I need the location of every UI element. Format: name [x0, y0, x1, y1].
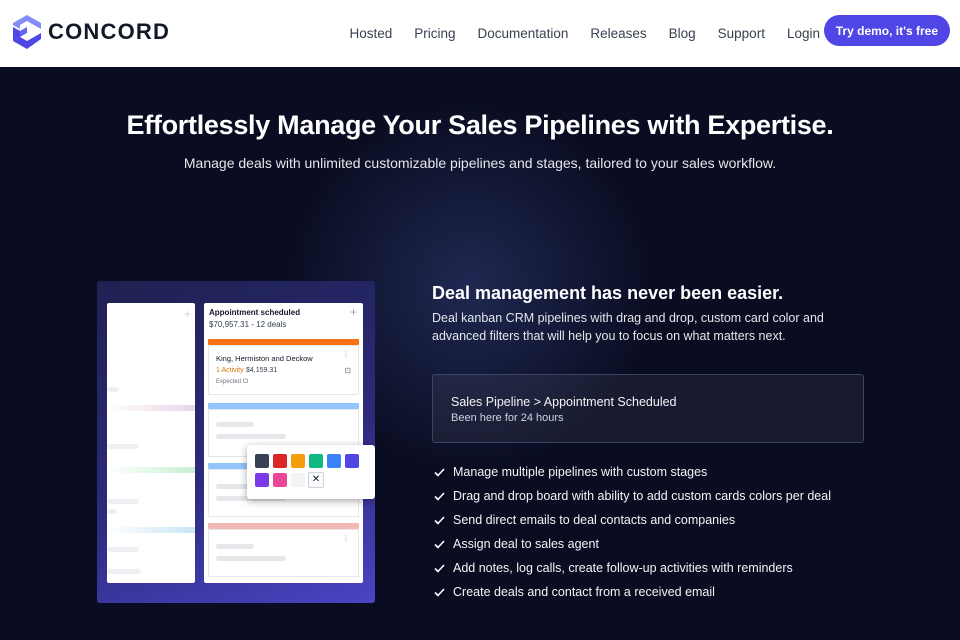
stage-color-bar	[107, 527, 195, 533]
column-summary: $70,957.31 - 12 deals	[209, 320, 287, 329]
color-swatch-empty[interactable]	[291, 473, 305, 487]
feature-item: Send direct emails to deal contacts and …	[434, 508, 831, 532]
main-menu: Hosted Pricing Documentation Releases Bl…	[327, 0, 820, 67]
more-vertical-icon[interactable]: ⋮	[342, 534, 350, 543]
nav-link-documentation[interactable]: Documentation	[478, 26, 569, 41]
pipeline-path: Sales Pipeline > Appointment Scheduled	[451, 395, 677, 409]
placeholder-line	[216, 544, 254, 549]
section-body: Deal kanban CRM pipelines with drag and …	[432, 311, 824, 343]
feature-item: Manage multiple pipelines with custom st…	[434, 460, 831, 484]
feature-text: Add notes, log calls, create follow-up a…	[453, 561, 793, 575]
more-vertical-icon[interactable]: ⋮	[342, 350, 350, 359]
hero-title: Effortlessly Manage Your Sales Pipelines…	[126, 110, 834, 140]
deal-card[interactable]: ⋮	[208, 529, 359, 577]
check-icon	[434, 515, 445, 525]
pipeline-status: Been here for 24 hours	[451, 412, 564, 424]
placeholder-line	[107, 509, 117, 514]
nav-link-releases[interactable]: Releases	[590, 26, 646, 41]
check-icon	[434, 563, 445, 573]
try-demo-button[interactable]: Try demo, it's free	[823, 15, 950, 46]
section-title: Deal management has never been easier.	[432, 283, 784, 303]
plus-icon: +	[183, 307, 191, 321]
brand-logo[interactable]: CONCORD	[12, 14, 170, 50]
color-swatch[interactable]	[255, 454, 269, 468]
color-swatch[interactable]	[273, 454, 287, 468]
feature-item: Assign deal to sales agent	[434, 532, 831, 556]
feature-text: Manage multiple pipelines with custom st…	[453, 465, 708, 479]
hero-section: Effortlessly Manage Your Sales Pipelines…	[0, 67, 960, 640]
placeholder-line	[216, 556, 286, 561]
color-swatch[interactable]	[327, 454, 341, 468]
kanban-column-appointment: Appointment scheduled $70,957.31 - 12 de…	[204, 303, 363, 583]
deal-card[interactable]: King, Hermiston and Deckow 1 Activity $4…	[208, 345, 359, 395]
stage-color-bar	[107, 405, 195, 411]
concord-logo-icon	[13, 15, 41, 49]
placeholder-line	[107, 547, 139, 552]
deal-card-amount: $4,159.31	[246, 367, 278, 374]
color-swatch[interactable]	[345, 454, 359, 468]
brand-name: CONCORD	[48, 19, 171, 44]
color-swatch[interactable]	[273, 473, 287, 487]
card-color-picker: ✕	[247, 445, 375, 499]
feature-text: Create deals and contact from a received…	[453, 585, 715, 599]
nav-link-login[interactable]: Login	[787, 26, 820, 41]
nav-link-hosted[interactable]: Hosted	[349, 26, 392, 41]
check-icon	[434, 467, 445, 477]
deal-card-activity: 1 Activity	[216, 367, 244, 374]
feature-list: Manage multiple pipelines with custom st…	[434, 460, 831, 604]
deal-card-expected: Expected Cl	[216, 379, 249, 385]
placeholder-line	[107, 387, 119, 392]
placeholder-line	[107, 569, 141, 574]
feature-text: Send direct emails to deal contacts and …	[453, 513, 736, 527]
check-icon	[434, 491, 445, 501]
feature-item: Create deals and contact from a received…	[434, 580, 831, 604]
nav-link-support[interactable]: Support	[718, 26, 765, 41]
color-swatch[interactable]	[291, 454, 305, 468]
feature-item: Drag and drop board with ability to add …	[434, 484, 831, 508]
nav-link-pricing[interactable]: Pricing	[414, 26, 455, 41]
top-navbar: CONCORD Hosted Pricing Documentation Rel…	[0, 0, 960, 67]
column-title: Appointment scheduled	[209, 308, 301, 317]
nav-link-blog[interactable]: Blog	[669, 26, 696, 41]
deal-card-title: King, Hermiston and Deckow	[216, 354, 313, 363]
pipeline-stage-panel: Sales Pipeline > Appointment Scheduled B…	[432, 374, 864, 443]
check-icon	[434, 539, 445, 549]
feature-text: Drag and drop board with ability to add …	[453, 489, 831, 503]
stage-color-bar	[107, 467, 195, 473]
add-deal-icon[interactable]: +	[350, 305, 357, 319]
color-palette-icon[interactable]: ⊡	[344, 366, 351, 375]
color-swatch[interactable]	[309, 454, 323, 468]
placeholder-line	[107, 444, 139, 449]
check-icon	[434, 587, 445, 597]
placeholder-line	[107, 499, 139, 504]
close-icon[interactable]: ✕	[308, 472, 324, 488]
hero-subtitle: Manage deals with unlimited customizable…	[183, 155, 777, 171]
placeholder-line	[216, 434, 286, 439]
feature-text: Assign deal to sales agent	[453, 537, 599, 551]
color-swatch[interactable]	[255, 473, 269, 487]
feature-item: Add notes, log calls, create follow-up a…	[434, 556, 831, 580]
placeholder-line	[216, 422, 254, 427]
kanban-column-left: +	[107, 303, 195, 583]
